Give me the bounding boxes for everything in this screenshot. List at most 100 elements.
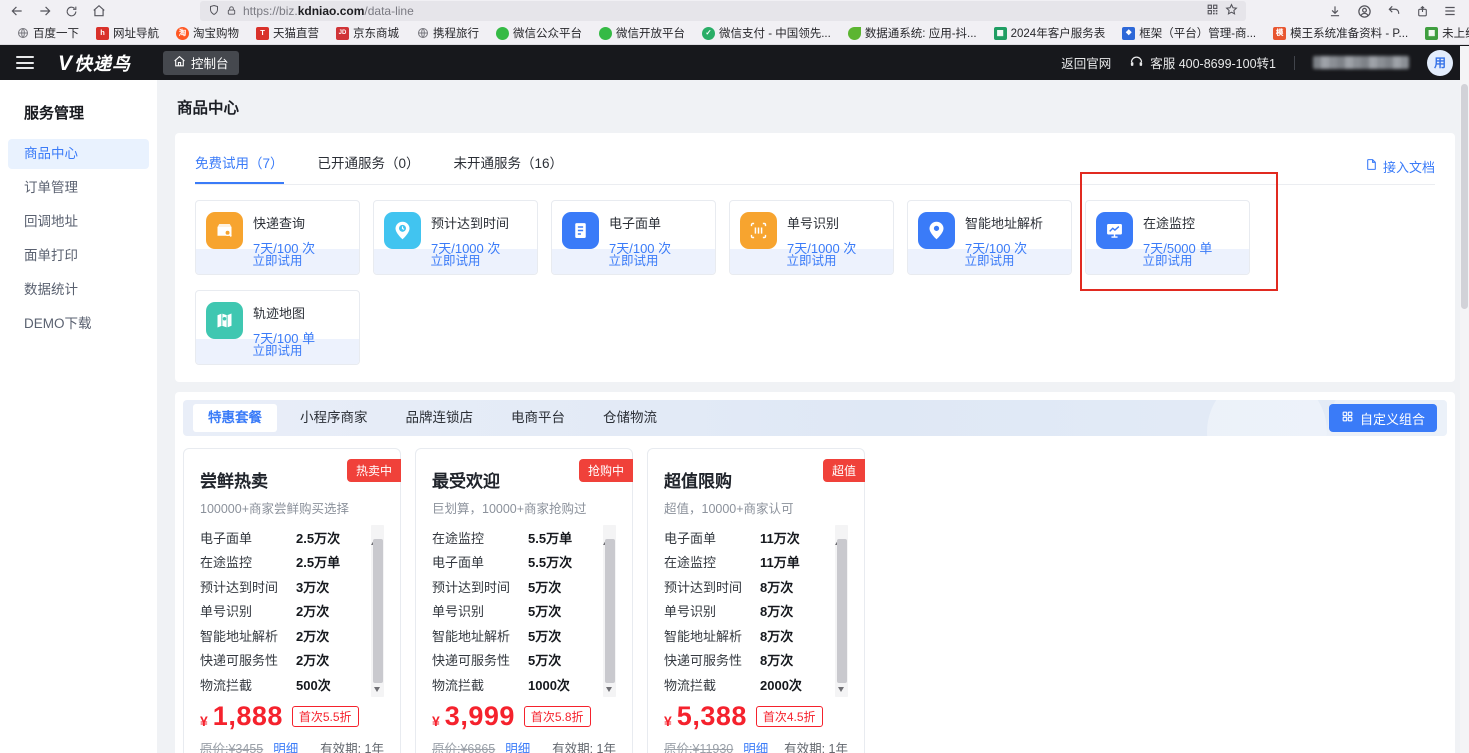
- e-waybill-doc-icon: [562, 212, 599, 249]
- qr-code-icon[interactable]: [1206, 3, 1219, 19]
- user-avatar[interactable]: 用: [1427, 50, 1453, 76]
- sheet-icon: ▦: [1425, 27, 1438, 40]
- customer-service: 客服 400-8699-100转1: [1129, 53, 1276, 72]
- bookmark-item[interactable]: 数据通系统: 应用-抖...: [848, 25, 977, 41]
- back-to-official-site-link[interactable]: 返回官网: [1061, 53, 1111, 72]
- try-now-button[interactable]: 立即试用: [552, 249, 715, 274]
- bookmark-item[interactable]: 携程旅行: [416, 25, 479, 41]
- tab-ecommerce-platform[interactable]: 电商平台: [496, 404, 580, 432]
- try-now-button[interactable]: 立即试用: [196, 249, 359, 274]
- barcode-scan-icon: [740, 212, 777, 249]
- sidebar-item-product-center[interactable]: 商品中心: [8, 139, 149, 169]
- tab-brand-chain-store[interactable]: 品牌连锁店: [391, 404, 489, 432]
- package-tabs-banner: 特惠套餐 小程序商家 品牌连锁店 电商平台 仓储物流 自定义组合: [183, 400, 1447, 436]
- product-name: 单号识别: [787, 213, 856, 232]
- product-name: 预计达到时间: [431, 213, 509, 232]
- product-name: 电子面单: [609, 213, 671, 232]
- try-now-button[interactable]: 立即试用: [374, 249, 537, 274]
- send-to-device-icon[interactable]: [1413, 2, 1431, 20]
- forward-icon[interactable]: [36, 2, 54, 20]
- package-item: 智能地址解析8万次: [664, 623, 833, 648]
- undo-arrow-icon[interactable]: [1385, 2, 1403, 20]
- price-meta-row: 原价:¥11930 明细 有效期: 1年: [664, 738, 848, 753]
- integration-docs-link[interactable]: 接入文档: [1365, 148, 1435, 184]
- package-item: 预计达到时间5万次: [432, 574, 601, 599]
- bookmark-item[interactable]: 淘淘宝购物: [176, 25, 239, 41]
- scroll-down-arrow[interactable]: [374, 687, 380, 692]
- sidebar-item-demo-download[interactable]: DEMO下载: [8, 309, 149, 339]
- detail-link[interactable]: 明细: [273, 738, 298, 753]
- price-amount: 5,388: [677, 701, 747, 732]
- bookmark-item[interactable]: ▦2024年客户服务表: [994, 25, 1106, 41]
- page-scrollbar[interactable]: [1460, 46, 1469, 753]
- tab-not-activated-services[interactable]: 未开通服务（16）: [454, 148, 564, 184]
- bookmark-item[interactable]: T天猫直营: [256, 25, 319, 41]
- scrollbar-thumb[interactable]: [837, 539, 847, 683]
- scrollbar-thumb[interactable]: [605, 539, 615, 683]
- route-map-icon: [206, 302, 243, 339]
- location-pin-icon: [918, 212, 955, 249]
- tab-warehouse-logistics[interactable]: 仓储物流: [588, 404, 672, 432]
- product-name: 在途监控: [1143, 213, 1212, 232]
- page-scrollbar-thumb[interactable]: [1461, 84, 1468, 309]
- tracking-shield-icon[interactable]: [208, 4, 220, 19]
- package-item-list: 电子面单2.5万次 在途监控2.5万单 预计达到时间3万次 单号识别2万次 智能…: [200, 525, 384, 697]
- bookmark-item[interactable]: h网址导航: [96, 25, 159, 41]
- try-now-button[interactable]: 立即试用: [730, 249, 893, 274]
- detail-link[interactable]: 明细: [743, 738, 768, 753]
- browser-toolbar: https://biz.kdniao.com/data-line: [0, 0, 1469, 22]
- bookmark-item[interactable]: JD京东商城: [336, 25, 399, 41]
- try-now-button[interactable]: 立即试用: [908, 249, 1071, 274]
- url-text: https://biz.kdniao.com/data-line: [243, 4, 414, 18]
- list-scrollbar[interactable]: [835, 525, 848, 697]
- list-scrollbar[interactable]: [603, 525, 616, 697]
- downloads-icon[interactable]: [1326, 2, 1344, 20]
- product-name: 智能地址解析: [965, 213, 1043, 232]
- reload-icon[interactable]: [62, 2, 80, 20]
- browser-chrome: https://biz.kdniao.com/data-line 百度一下 h网…: [0, 0, 1469, 45]
- package-cards-row: 热卖中 尝鲜热卖 100000+商家尝鲜购买选择 电子面单2.5万次 在途监控2…: [183, 448, 1447, 753]
- detail-link[interactable]: 明细: [505, 738, 530, 753]
- bookmark-item[interactable]: 微信开放平台: [599, 25, 685, 41]
- custom-combo-button[interactable]: 自定义组合: [1329, 404, 1437, 432]
- logo-v-mark: V: [58, 52, 72, 76]
- scrollbar-thumb[interactable]: [373, 539, 383, 683]
- lock-icon[interactable]: [226, 4, 237, 19]
- sidebar-item-waybill-print[interactable]: 面单打印: [8, 241, 149, 271]
- sidebar-item-order-management[interactable]: 订单管理: [8, 173, 149, 203]
- account-icon[interactable]: [1355, 2, 1373, 20]
- bookmark-item[interactable]: ✓微信支付 - 中国领先...: [702, 25, 831, 41]
- currency-symbol: ¥: [664, 713, 672, 732]
- currency-symbol: ¥: [432, 713, 440, 732]
- bookmark-item[interactable]: ▦未上线客户进度表: [1425, 25, 1469, 41]
- scroll-down-arrow[interactable]: [606, 687, 612, 692]
- bookmark-item[interactable]: 百度一下: [16, 25, 79, 41]
- product-row-2: 轨迹地图 7天/100 单 立即试用: [195, 290, 1435, 365]
- address-bar[interactable]: https://biz.kdniao.com/data-line: [200, 1, 1246, 21]
- price-row: ¥ 3,999 首次5.8折: [432, 701, 616, 732]
- console-button[interactable]: 控制台: [163, 51, 239, 75]
- bookmark-item[interactable]: 微信公众平台: [496, 25, 582, 41]
- try-now-button[interactable]: 立即试用: [196, 339, 359, 364]
- back-icon[interactable]: [8, 2, 26, 20]
- bookmark-star-icon[interactable]: [1225, 3, 1238, 19]
- list-scrollbar[interactable]: [371, 525, 384, 697]
- tab-miniprogram-merchant[interactable]: 小程序商家: [285, 404, 383, 432]
- tab-special-package[interactable]: 特惠套餐: [193, 404, 277, 432]
- tab-free-trial[interactable]: 免费试用（7）: [195, 148, 284, 184]
- monitor-chart-icon: [1096, 212, 1133, 249]
- package-card-starter: 热卖中 尝鲜热卖 100000+商家尝鲜购买选择 电子面单2.5万次 在途监控2…: [183, 448, 401, 753]
- kdniao-logo[interactable]: V 快递鸟: [58, 50, 131, 76]
- home-icon[interactable]: [90, 2, 108, 20]
- menu-icon[interactable]: [1441, 2, 1459, 20]
- try-now-button[interactable]: 立即试用: [1086, 249, 1249, 274]
- bookmark-item[interactable]: 模模王系统准备资料 - P...: [1273, 25, 1408, 41]
- sidebar-item-data-statistics[interactable]: 数据统计: [8, 275, 149, 305]
- package-subtitle: 超值，10000+商家认可: [664, 498, 848, 517]
- scroll-down-arrow[interactable]: [838, 687, 844, 692]
- sidebar-item-callback-address[interactable]: 回调地址: [8, 207, 149, 237]
- original-price: 原价:¥3455: [200, 738, 263, 753]
- tab-activated-services[interactable]: 已开通服务（0）: [318, 148, 420, 184]
- hamburger-menu-icon[interactable]: [16, 56, 34, 69]
- bookmark-item[interactable]: ❖框架（平台）管理-商...: [1122, 25, 1256, 41]
